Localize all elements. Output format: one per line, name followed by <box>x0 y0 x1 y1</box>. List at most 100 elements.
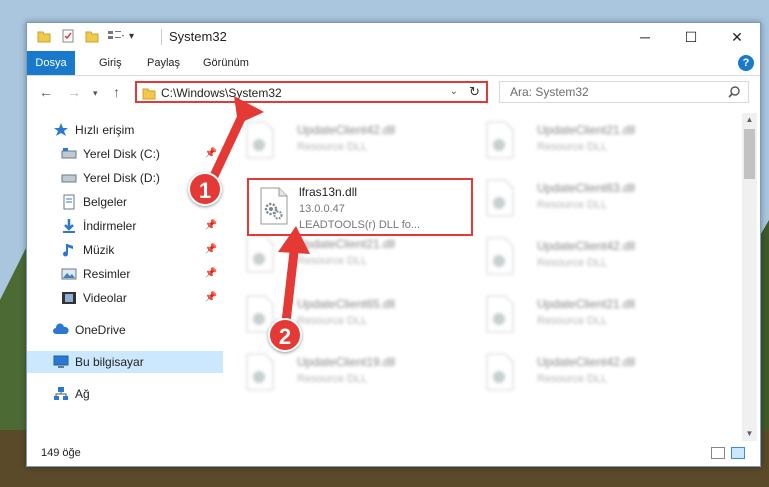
pin-icon[interactable]: 📌 <box>205 292 217 303</box>
pin-icon[interactable]: 📌 <box>205 220 217 231</box>
sidebar-item-onedrive[interactable]: OneDrive <box>27 319 223 341</box>
sidebar-item-quick-access[interactable]: Hızlı erişim <box>27 119 223 141</box>
maximize-button[interactable]: ☐ <box>668 23 714 51</box>
scroll-thumb[interactable] <box>744 129 755 179</box>
sidebar-item-label: Ağ <box>75 387 90 401</box>
close-button[interactable]: ✕ <box>714 23 760 51</box>
downloads-icon <box>63 219 75 233</box>
tab-file[interactable]: Dosya <box>27 51 75 75</box>
address-path[interactable]: C:\Windows\System32 <box>161 86 282 100</box>
sidebar-item-pictures[interactable]: Resimler 📌 <box>27 263 223 285</box>
file-description: Resource DLL <box>297 373 368 385</box>
search-icon <box>728 86 740 98</box>
file-name: UpdateClient42.dll <box>297 123 396 137</box>
recent-locations-icon[interactable]: ▾ <box>93 88 98 99</box>
customize-toolbar-icon[interactable]: ▾ <box>129 31 134 42</box>
file-name: UpdateClient19.dll <box>297 355 396 369</box>
sidebar-item-downloads[interactable]: İndirmeler 📌 <box>27 215 223 237</box>
dll-file-icon <box>260 187 288 225</box>
up-arrow-icon[interactable]: ↑ <box>113 84 120 100</box>
file-item[interactable]: UpdateClient42.dll Resource DLL <box>223 115 443 167</box>
dll-file-icon <box>486 121 514 159</box>
search-placeholder[interactable]: Ara: System32 <box>510 85 589 99</box>
address-dropdown-icon[interactable]: ⌄ <box>450 86 458 97</box>
file-item[interactable]: UpdateClient65.dll Resource DLL <box>223 289 443 341</box>
file-description: Resource DLL <box>537 373 608 385</box>
sidebar-item-network[interactable]: Ağ <box>27 383 223 405</box>
file-list: UpdateClient42.dll Resource DLL UpdateCl… <box>223 111 743 441</box>
tab-view[interactable]: Görünüm <box>193 51 259 75</box>
file-item[interactable]: UpdateClient21.dll Resource DLL <box>463 289 683 341</box>
sidebar-item-music[interactable]: Müzik 📌 <box>27 239 223 261</box>
step-badge-2: 2 <box>268 318 302 352</box>
file-description: Resource DLL <box>297 255 368 267</box>
sidebar-item-drive-c[interactable]: Yerel Disk (C:) 📌 <box>27 143 223 165</box>
cloud-icon <box>53 323 69 334</box>
sidebar-item-label: Müzik <box>83 243 115 257</box>
music-icon <box>63 244 73 257</box>
sidebar-item-this-pc[interactable]: Bu bilgisayar <box>27 351 223 373</box>
details-view-icon[interactable] <box>711 447 725 459</box>
sidebar-item-label: Videolar <box>83 291 127 305</box>
search-box[interactable]: Ara: System32 <box>499 81 749 103</box>
file-item[interactable]: UpdateClient21.dll Resource DLL <box>463 115 683 167</box>
file-description: Resource DLL <box>297 141 368 153</box>
window-title: System32 <box>169 29 227 44</box>
folder-icon[interactable] <box>37 29 51 43</box>
pictures-icon <box>61 268 77 280</box>
file-item[interactable]: UpdateClient19.dll Resource DLL <box>223 347 443 399</box>
new-folder-icon[interactable] <box>85 29 99 43</box>
refresh-icon[interactable]: ↻ <box>469 84 480 100</box>
dll-file-icon <box>246 353 274 391</box>
videos-icon <box>62 292 76 304</box>
scroll-up-icon[interactable]: ▲ <box>742 113 757 127</box>
computer-icon <box>53 355 69 368</box>
pin-icon[interactable]: 📌 <box>205 148 217 159</box>
tab-home[interactable]: Giriş <box>89 51 132 75</box>
address-bar[interactable]: C:\Windows\System32 ⌄ ↻ <box>135 81 488 103</box>
dll-file-icon <box>246 121 274 159</box>
file-name: UpdateClient21.dll <box>537 123 636 137</box>
pin-icon[interactable]: 📌 <box>205 268 217 279</box>
title-separator <box>161 29 162 45</box>
tiles-view-icon[interactable] <box>731 447 745 459</box>
file-item[interactable]: UpdateClient42.dll Resource DLL <box>463 231 683 283</box>
file-description: Resource DLL <box>297 315 368 327</box>
sidebar-item-label: İndirmeler <box>83 219 137 233</box>
file-item[interactable]: UpdateClient63.dll Resource DLL <box>463 173 683 225</box>
target-file-item[interactable]: lfras13n.dll 13.0.0.47 LEADTOOLS(r) DLL … <box>253 181 473 235</box>
vertical-scrollbar[interactable]: ▲ ▼ <box>742 113 757 441</box>
file-company: LEADTOOLS(r) DLL fo... <box>299 219 421 231</box>
sidebar-item-label: Belgeler <box>83 195 128 209</box>
scroll-down-icon[interactable]: ▼ <box>742 427 757 441</box>
view-options-icon[interactable] <box>107 29 125 43</box>
item-count: 149 öğe <box>41 447 81 459</box>
navigation-pane: Hızlı erişim Yerel Disk (C:) 📌 Yerel Dis… <box>27 111 223 441</box>
file-name: UpdateClient21.dll <box>537 297 636 311</box>
status-bar: 149 öğe <box>27 443 760 465</box>
step-badge-1: 1 <box>188 172 222 206</box>
explorer-window: ▾ System32 ─ ☐ ✕ Dosya Giriş Paylaş Görü… <box>26 22 761 467</box>
dll-file-icon <box>486 353 514 391</box>
sidebar-item-videos[interactable]: Videolar 📌 <box>27 287 223 309</box>
sidebar-item-label: Yerel Disk (D:) <box>83 171 160 185</box>
tab-share[interactable]: Paylaş <box>137 51 190 75</box>
ribbon-tabs: Dosya Giriş Paylaş Görünüm ? <box>27 51 760 76</box>
file-name: UpdateClient42.dll <box>537 239 636 253</box>
file-version: 13.0.0.47 <box>299 203 345 215</box>
file-name: UpdateClient42.dll <box>537 355 636 369</box>
pin-icon[interactable]: 📌 <box>205 244 217 255</box>
properties-icon[interactable] <box>61 29 75 43</box>
minimize-button[interactable]: ─ <box>622 23 668 51</box>
documents-icon <box>63 194 75 210</box>
file-item[interactable]: UpdateClient21.dll Resource DLL <box>223 229 443 281</box>
dll-file-icon <box>486 179 514 217</box>
navigation-bar: ← → ▾ ↑ C:\Windows\System32 ⌄ ↻ Ara: Sys… <box>27 76 760 110</box>
file-name: UpdateClient63.dll <box>537 181 636 195</box>
help-icon[interactable]: ? <box>738 55 754 71</box>
title-bar: ▾ System32 ─ ☐ ✕ <box>27 23 760 51</box>
file-name: UpdateClient21.dll <box>297 237 396 251</box>
back-arrow-icon[interactable]: ← <box>39 84 53 100</box>
file-item[interactable]: UpdateClient42.dll Resource DLL <box>463 347 683 399</box>
forward-arrow-icon[interactable]: → <box>67 84 81 100</box>
